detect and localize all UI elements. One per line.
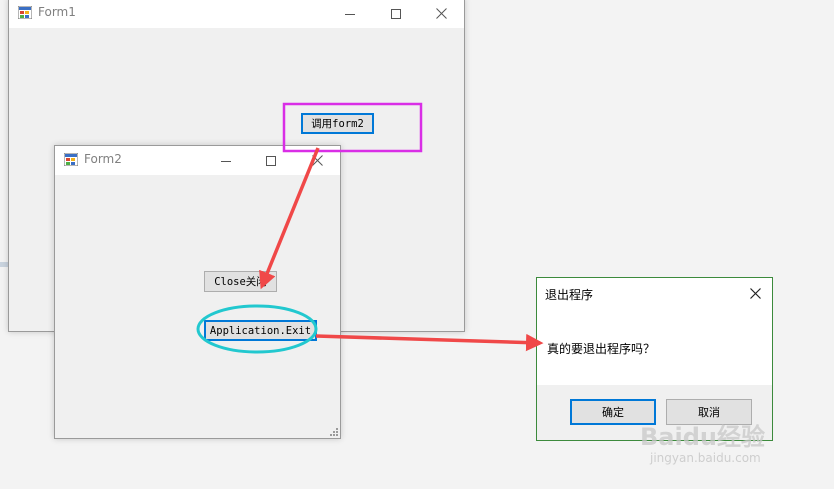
maximize-icon bbox=[266, 155, 276, 166]
baidu-watermark-brand: Baidu经验 bbox=[640, 423, 765, 451]
call-form2-button[interactable]: 调用form2 bbox=[301, 113, 374, 134]
application-exit-button[interactable]: Application.Exit bbox=[204, 320, 317, 341]
form1-minimize-button[interactable] bbox=[327, 0, 373, 28]
form1-title: Form1 bbox=[38, 5, 76, 19]
minimize-icon bbox=[345, 13, 355, 15]
form2-title: Form2 bbox=[84, 152, 122, 166]
close-icon bbox=[749, 287, 761, 299]
arrow-to-dialog bbox=[315, 333, 544, 352]
form1-titlebar[interactable]: Form1 bbox=[9, 0, 464, 28]
form1-close-button[interactable] bbox=[418, 0, 464, 28]
dialog-title: 退出程序 bbox=[545, 288, 594, 302]
form2-window: Form2 Close关闭 Application.Exit bbox=[54, 145, 341, 439]
winforms-app-icon bbox=[18, 6, 32, 19]
form1-maximize-button[interactable] bbox=[373, 0, 419, 28]
resize-grip-icon[interactable] bbox=[329, 427, 338, 436]
form2-close-button[interactable] bbox=[294, 146, 340, 175]
close-icon bbox=[435, 8, 447, 19]
dialog-message: 真的要退出程序吗？ bbox=[547, 342, 656, 356]
close-icon bbox=[311, 155, 323, 166]
minimize-icon bbox=[221, 160, 231, 162]
winforms-app-icon bbox=[64, 153, 78, 166]
form2-maximize-button[interactable] bbox=[248, 146, 294, 175]
form2-minimize-button[interactable] bbox=[203, 146, 249, 175]
close-form-button[interactable]: Close关闭 bbox=[204, 271, 277, 292]
dialog-titlebar[interactable]: 退出程序 bbox=[537, 278, 772, 308]
form2-titlebar[interactable]: Form2 bbox=[55, 146, 340, 175]
baidu-watermark-url: jingyan.baidu.com bbox=[650, 451, 761, 465]
dialog-close-button[interactable] bbox=[738, 278, 772, 308]
maximize-icon bbox=[391, 8, 401, 19]
